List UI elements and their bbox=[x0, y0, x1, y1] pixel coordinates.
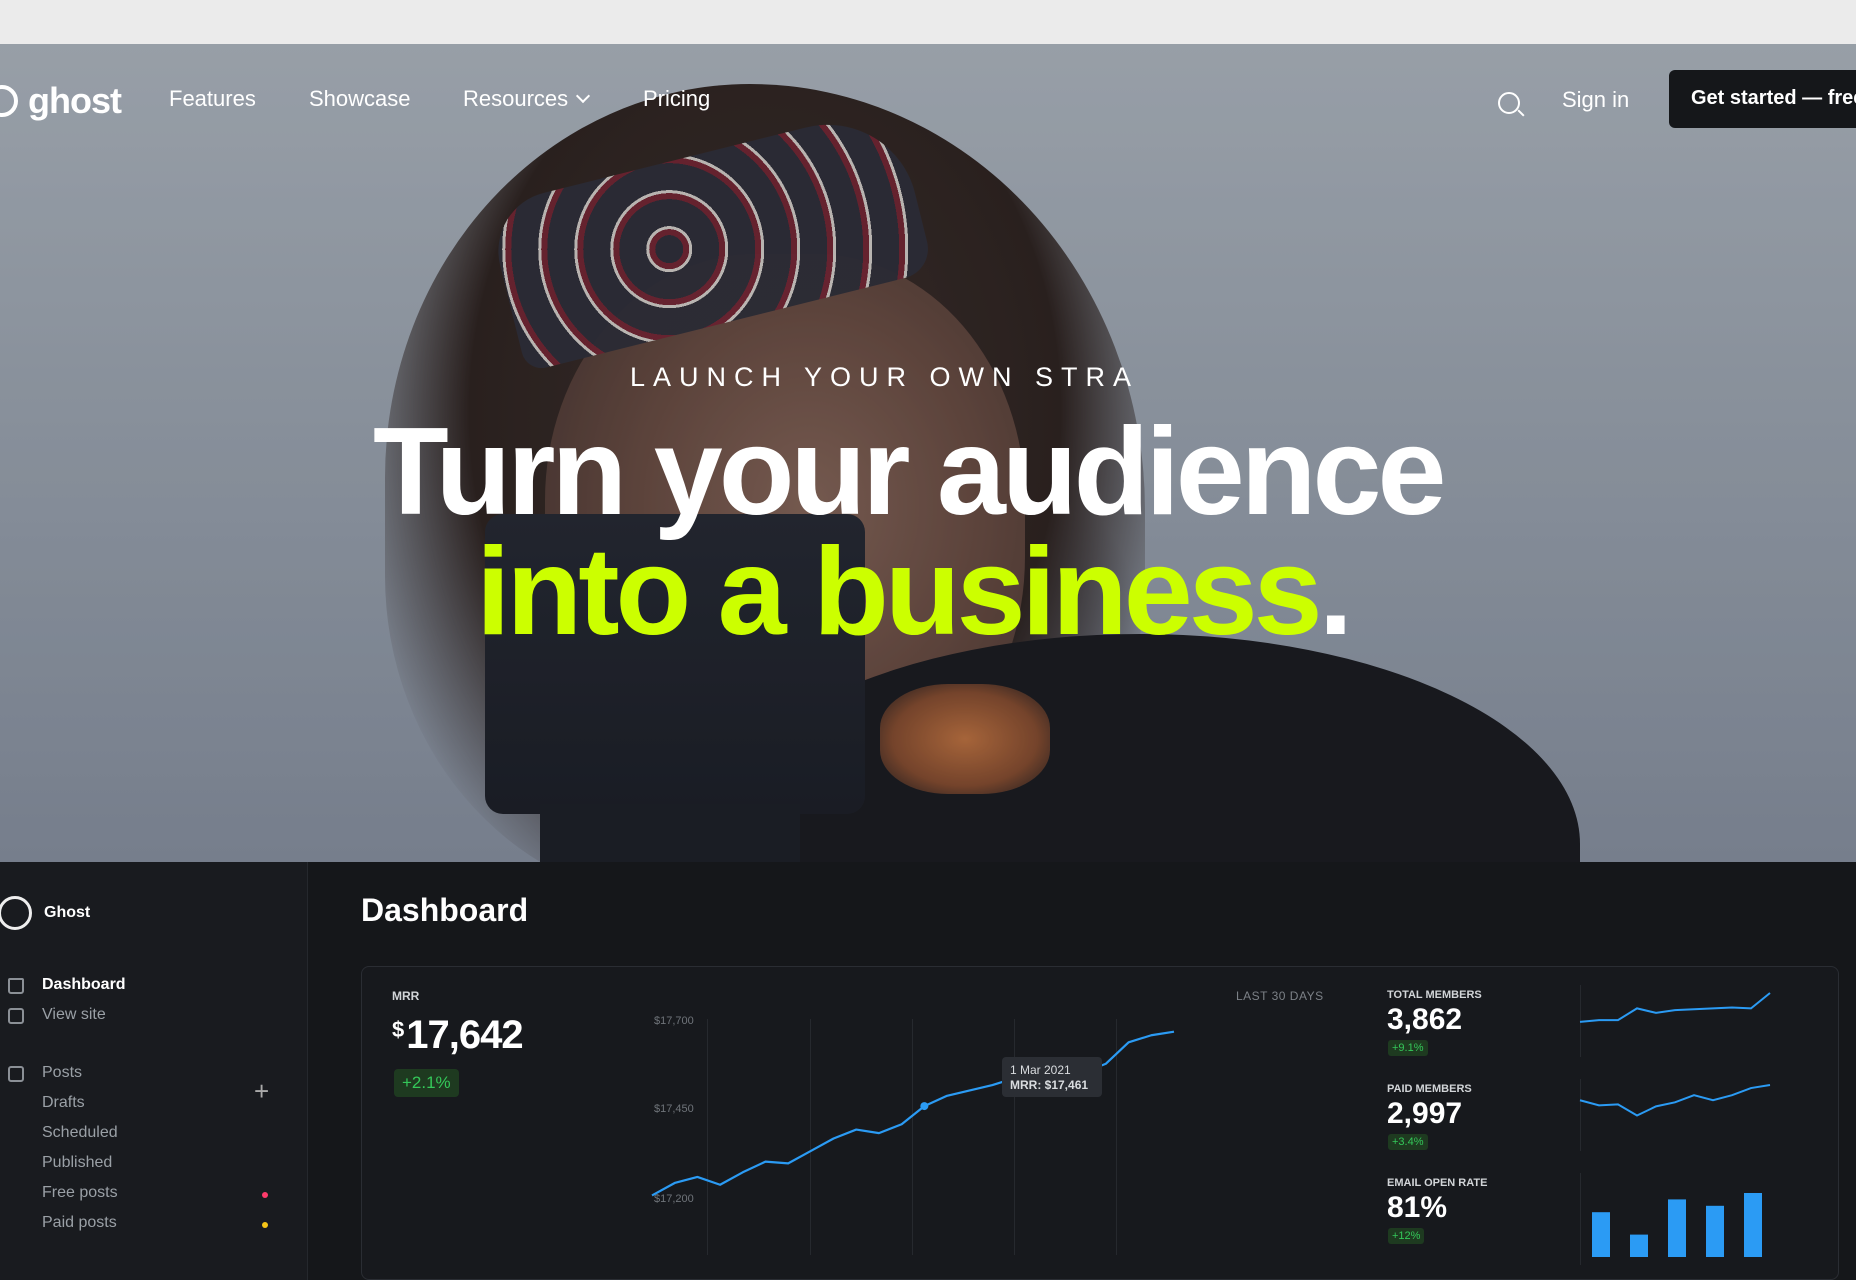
admin-sidebar: Ghost Dashboard View site Posts + Drafts… bbox=[0, 862, 308, 1280]
sidebar-brand[interactable]: Ghost bbox=[0, 896, 90, 930]
sign-in-link[interactable]: Sign in bbox=[1562, 87, 1629, 113]
ghost-logo-icon bbox=[0, 85, 18, 117]
hero-headline-line1: Turn your audience bbox=[373, 403, 1446, 541]
get-started-button[interactable]: Get started — free bbox=[1669, 70, 1856, 128]
email-open-rate-bar bbox=[1592, 1212, 1610, 1257]
nav-showcase[interactable]: Showcase bbox=[309, 86, 411, 112]
page-title: Dashboard bbox=[361, 892, 529, 928]
free-posts-dot bbox=[262, 1192, 268, 1198]
paid-posts-dot bbox=[262, 1222, 268, 1228]
kpi-sparklines bbox=[1579, 992, 1771, 1257]
brand-name: ghost bbox=[28, 80, 122, 121]
nav-resources[interactable]: Resources bbox=[463, 86, 591, 112]
ghost-logo-icon bbox=[0, 896, 32, 930]
sidebar-item-drafts[interactable]: Drafts bbox=[42, 1094, 85, 1112]
chevron-down-icon bbox=[576, 88, 591, 104]
nav-pricing[interactable]: Pricing bbox=[643, 86, 710, 112]
email-open-rate-bar bbox=[1668, 1199, 1686, 1257]
hero-headline-line2: into a business. bbox=[476, 530, 1353, 654]
search-icon[interactable] bbox=[1498, 92, 1520, 114]
layout-icon bbox=[8, 1008, 24, 1024]
sidebar-item-paid-posts[interactable]: Paid posts bbox=[42, 1214, 117, 1232]
browser-top-strip bbox=[0, 0, 1856, 44]
sidebar-item-scheduled[interactable]: Scheduled bbox=[42, 1124, 118, 1142]
home-icon bbox=[8, 978, 24, 994]
email-open-rate-bar bbox=[1630, 1234, 1648, 1257]
email-open-rate-bar bbox=[1706, 1205, 1724, 1257]
sidebar-item-dashboard[interactable]: Dashboard bbox=[42, 976, 126, 994]
sidebar-item-free-posts[interactable]: Free posts bbox=[42, 1184, 118, 1202]
edit-icon bbox=[8, 1066, 24, 1082]
total-members-sparkline bbox=[1579, 992, 1771, 1023]
sidebar-item-view-site[interactable]: View site bbox=[42, 1006, 106, 1024]
nav-features[interactable]: Features bbox=[169, 86, 256, 112]
email-open-rate-bar bbox=[1744, 1193, 1762, 1257]
top-nav: ghost Features Showcase Resources Pricin… bbox=[0, 44, 1856, 156]
page: ghost Features Showcase Resources Pricin… bbox=[0, 0, 1856, 1280]
sidebar-item-posts[interactable]: Posts bbox=[42, 1064, 82, 1082]
hero-eyebrow: LAUNCH YOUR OWN STRA bbox=[630, 362, 1140, 392]
stats-card: MRR $17,642 +2.1% LAST 30 DAYS $17,700 $… bbox=[361, 966, 1839, 1280]
dashboard-preview: Ghost Dashboard View site Posts + Drafts… bbox=[0, 862, 1856, 1280]
add-post-icon[interactable]: + bbox=[254, 1078, 269, 1104]
hero-headline-accent: into a business bbox=[476, 523, 1323, 661]
hero-headline-dot: . bbox=[1318, 523, 1354, 661]
sidebar-brand-name: Ghost bbox=[44, 904, 91, 921]
sidebar-item-published[interactable]: Published bbox=[42, 1154, 112, 1172]
ghost-logo[interactable]: ghost bbox=[0, 80, 122, 122]
nav-resources-label: Resources bbox=[463, 86, 569, 111]
paid-members-sparkline bbox=[1579, 1084, 1771, 1117]
